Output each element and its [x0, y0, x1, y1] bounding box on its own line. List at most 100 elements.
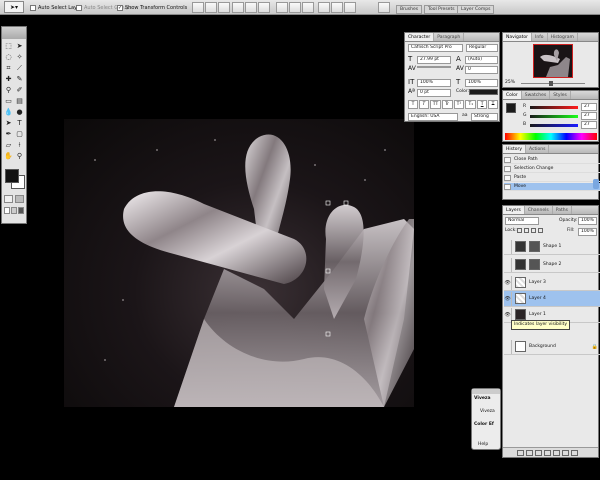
quick-mask-mode-icon[interactable] — [15, 195, 24, 203]
small-caps-button[interactable]: Tr — [441, 100, 453, 109]
link-layers-icon[interactable] — [517, 449, 524, 456]
viveza-titlebar[interactable] — [472, 389, 500, 394]
blue-slider[interactable] — [530, 124, 578, 127]
lock-position-icon[interactable] — [531, 228, 536, 233]
type-tool-icon[interactable]: T — [14, 118, 25, 128]
brush-tool-icon[interactable]: ✎ — [14, 74, 25, 84]
new-layer-icon[interactable] — [562, 449, 569, 456]
distribute-left-button[interactable] — [318, 2, 330, 13]
new-group-icon[interactable] — [553, 449, 560, 456]
opacity-field[interactable]: 100% — [578, 217, 597, 225]
layer-row-layer-3[interactable]: 👁 Layer 3 — [504, 275, 600, 291]
align-bottom-button[interactable] — [218, 2, 230, 13]
anti-alias-select[interactable]: Strong — [471, 113, 498, 121]
path-selection-tool-icon[interactable]: ➤ — [3, 118, 14, 128]
underline-button[interactable]: T — [477, 100, 488, 109]
font-size-field[interactable]: 27.99 pt — [417, 56, 451, 64]
align-top-button[interactable] — [192, 2, 204, 13]
tab-paths[interactable]: Paths — [553, 206, 572, 214]
layer-row-shape-2[interactable]: Shape 2 — [504, 257, 600, 273]
horizontal-scale-field[interactable]: 100% — [465, 79, 498, 87]
viveza-section-title[interactable]: Viveza — [474, 396, 491, 401]
zoom-level[interactable]: 25% — [505, 80, 515, 85]
tab-character[interactable]: Character — [405, 33, 435, 41]
history-brush-tool-icon[interactable]: ✐ — [14, 85, 25, 95]
dodge-tool-icon[interactable]: ● — [14, 107, 25, 117]
tab-color[interactable]: Color — [503, 91, 522, 99]
tab-history[interactable]: History — [503, 145, 527, 153]
healing-brush-tool-icon[interactable]: ✚ — [3, 74, 14, 84]
lock-pixels-icon[interactable] — [524, 228, 529, 233]
align-vcenter-button[interactable] — [205, 2, 217, 13]
viveza-help-link[interactable]: Help — [478, 442, 488, 447]
subscript-button[interactable]: T₁ — [465, 100, 477, 109]
well-tab-tool-presets[interactable]: Tool Presets — [424, 5, 459, 14]
screen-mode-standard-icon[interactable] — [4, 207, 10, 214]
zoom-tool-icon[interactable]: ⚲ — [14, 151, 25, 161]
marquee-tool-icon[interactable]: ⬚ — [3, 41, 14, 51]
visibility-eye-icon[interactable] — [504, 257, 512, 272]
visibility-eye-icon[interactable]: 👁 — [504, 291, 512, 306]
tab-navigator[interactable]: Navigator — [503, 33, 533, 41]
history-scrollbar[interactable] — [593, 179, 599, 189]
auto-select-layer-option[interactable]: Auto Select Layer — [30, 3, 82, 12]
foreground-color-swatch[interactable] — [5, 169, 19, 183]
navigator-preview[interactable] — [533, 44, 573, 78]
vertical-scale-field[interactable]: 100% — [417, 79, 451, 87]
show-transform-controls-option[interactable]: ✓ Show Transform Controls — [117, 3, 187, 12]
adjustment-layer-icon[interactable] — [544, 449, 551, 456]
tracking-field[interactable]: 0 — [465, 66, 498, 74]
trash-icon[interactable] — [571, 449, 578, 456]
color-spectrum-bar[interactable] — [505, 133, 597, 140]
tab-paragraph[interactable]: Paragraph — [434, 33, 465, 41]
align-hcenter-button[interactable] — [245, 2, 257, 13]
document-canvas[interactable] — [64, 119, 414, 407]
layer-style-icon[interactable] — [526, 449, 533, 456]
language-select[interactable]: English: USA — [408, 113, 458, 121]
green-value[interactable]: 27 — [581, 112, 597, 120]
faux-bold-button[interactable]: T — [408, 100, 418, 109]
tab-styles[interactable]: Styles — [550, 91, 571, 99]
font-style-select[interactable]: Regular — [466, 44, 498, 52]
tab-channels[interactable]: Channels — [525, 206, 553, 214]
align-right-button[interactable] — [258, 2, 270, 13]
tab-histogram[interactable]: Histogram — [548, 33, 578, 41]
blend-mode-select[interactable]: Normal — [505, 217, 539, 225]
font-family-select[interactable]: Caflisch Script Pro — [408, 44, 463, 52]
zoom-slider-thumb[interactable] — [549, 81, 553, 86]
lock-transparency-icon[interactable] — [517, 228, 522, 233]
eraser-tool-icon[interactable]: ▭ — [3, 96, 14, 106]
palette-well-toggle[interactable] — [378, 2, 390, 13]
distribute-top-button[interactable] — [276, 2, 288, 13]
auto-select-layer-checkbox[interactable] — [30, 4, 36, 11]
visibility-eye-icon[interactable]: 👁 — [504, 275, 512, 290]
faux-italic-button[interactable]: T — [418, 100, 429, 109]
all-caps-button[interactable]: TT — [429, 100, 441, 109]
kerning-field[interactable] — [417, 66, 451, 68]
color-fg-swatch[interactable] — [506, 103, 516, 113]
crop-tool-icon[interactable]: ⌗ — [3, 63, 14, 73]
tab-layers[interactable]: Layers — [503, 206, 525, 214]
distribute-hcenter-button[interactable] — [331, 2, 343, 13]
lasso-tool-icon[interactable]: ◌ — [3, 52, 14, 62]
screen-mode-full-icon[interactable] — [18, 207, 24, 214]
viveza-button[interactable]: Viveza — [480, 409, 495, 414]
notes-tool-icon[interactable]: ▱ — [3, 140, 14, 150]
well-tab-brushes[interactable]: Brushes — [396, 5, 423, 14]
blue-value[interactable]: 27 — [581, 121, 597, 129]
distribute-right-button[interactable] — [344, 2, 356, 13]
tool-preset-picker[interactable]: ➤▾ — [4, 1, 24, 13]
zoom-slider[interactable] — [521, 83, 585, 84]
layer-row-background[interactable]: Background 🔒 — [504, 339, 600, 355]
strikethrough-button[interactable]: T — [488, 100, 498, 109]
red-value[interactable]: 27 — [581, 103, 597, 111]
text-color-swatch[interactable] — [469, 89, 498, 95]
gradient-tool-icon[interactable]: ▤ — [14, 96, 25, 106]
tab-swatches[interactable]: Swatches — [522, 91, 551, 99]
history-item[interactable]: Selection Change — [504, 165, 600, 173]
layer-row-layer-4[interactable]: 👁 Layer 4 — [504, 291, 600, 307]
tab-info[interactable]: Info — [532, 33, 548, 41]
hand-tool-icon[interactable]: ✋ — [3, 151, 14, 161]
eyedropper-tool-icon[interactable]: ⟊ — [14, 140, 25, 150]
distribute-bottom-button[interactable] — [302, 2, 314, 13]
